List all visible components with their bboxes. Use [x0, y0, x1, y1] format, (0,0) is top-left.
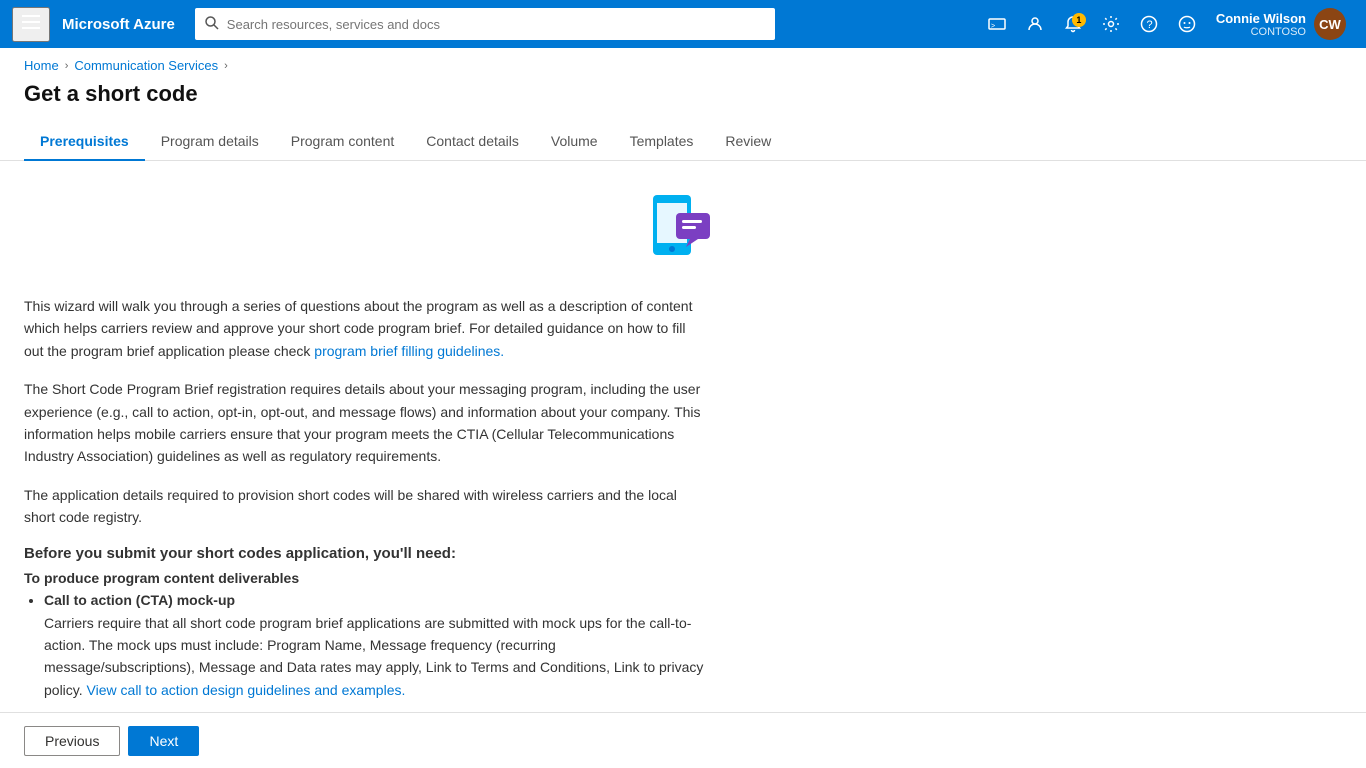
feedback-button[interactable] [1170, 9, 1204, 39]
help-button[interactable]: ? [1132, 9, 1166, 39]
search-bar[interactable] [195, 8, 775, 40]
intro-paragraph-2: The Short Code Program Brief registratio… [24, 378, 704, 468]
tab-bar: Prerequisites Program details Program co… [0, 123, 1366, 161]
notifications-button[interactable]: 1 [1056, 9, 1090, 39]
settings-button[interactable] [1094, 9, 1128, 39]
azure-logo: Microsoft Azure [62, 16, 175, 33]
search-input[interactable] [227, 17, 765, 32]
before-heading: Before you submit your short codes appli… [24, 545, 704, 562]
org-label: CONTOSO [1251, 26, 1306, 38]
hamburger-menu-button[interactable] [12, 7, 50, 42]
prerequisites-content: This wizard will walk you through a seri… [0, 161, 1366, 768]
svg-text:?: ? [1146, 19, 1152, 31]
tab-program-content[interactable]: Program content [275, 123, 411, 161]
footer-navigation: Previous Next [0, 712, 1366, 768]
intro-paragraph-1: This wizard will walk you through a seri… [24, 295, 704, 362]
tab-templates[interactable]: Templates [614, 123, 710, 161]
directory-button[interactable] [1018, 9, 1052, 39]
previous-button[interactable]: Previous [24, 726, 120, 756]
list-item-cta: Call to action (CTA) mock-up Carriers re… [44, 592, 704, 702]
cloud-shell-button[interactable]: >_ [980, 9, 1014, 39]
breadcrumb: Home › Communication Services › [0, 48, 1366, 77]
tab-volume[interactable]: Volume [535, 123, 614, 161]
svg-text:>_: >_ [991, 23, 999, 30]
cta-title: Call to action (CTA) mock-up [44, 592, 235, 608]
next-button[interactable]: Next [128, 726, 199, 756]
tab-program-details[interactable]: Program details [145, 123, 275, 161]
top-navigation: Microsoft Azure >_ 1 ? Connie Wilson [0, 0, 1366, 48]
tab-review[interactable]: Review [709, 123, 787, 161]
main-content: Home › Communication Services › Get a sh… [0, 48, 1366, 768]
breadcrumb-sep-1: › [65, 60, 69, 72]
breadcrumb-communication-services[interactable]: Communication Services [74, 58, 218, 73]
breadcrumb-home[interactable]: Home [24, 58, 59, 73]
tab-contact-details[interactable]: Contact details [410, 123, 535, 161]
hero-illustration [24, 185, 1342, 275]
intro-paragraph-3: The application details required to prov… [24, 484, 704, 529]
tab-prerequisites[interactable]: Prerequisites [24, 123, 145, 161]
avatar: CW [1314, 8, 1346, 40]
produce-heading: To produce program content deliverables [24, 570, 704, 586]
breadcrumb-sep-2: › [224, 60, 228, 72]
program-brief-link[interactable]: program brief filling guidelines. [314, 343, 504, 359]
page-title: Get a short code [0, 77, 1366, 123]
notification-badge: 1 [1072, 13, 1086, 27]
cta-description: Carriers require that all short code pro… [44, 612, 704, 702]
username-label: Connie Wilson [1216, 11, 1306, 26]
search-icon [205, 16, 219, 33]
user-menu[interactable]: Connie Wilson CONTOSO CW [1208, 4, 1354, 44]
cta-guidelines-link[interactable]: View call to action design guidelines an… [87, 682, 406, 698]
topnav-actions: >_ 1 ? Connie Wilson CONTOSO CW [980, 4, 1354, 44]
